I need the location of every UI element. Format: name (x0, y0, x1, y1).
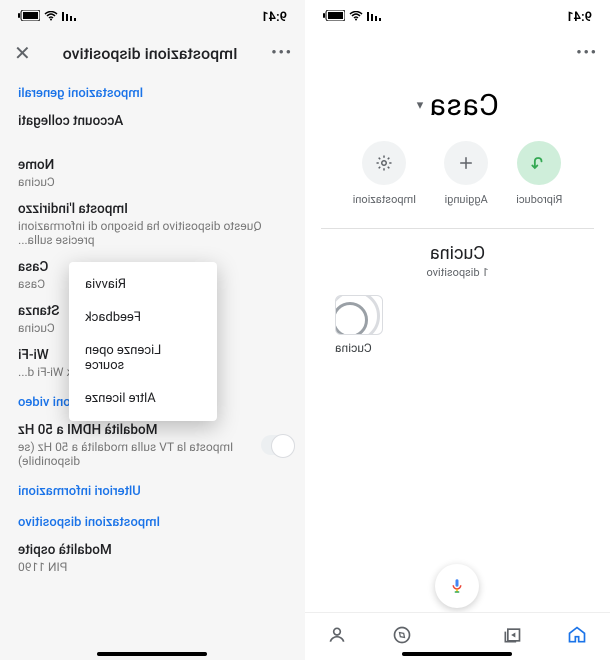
linked-accounts-label: Account collegati (18, 113, 287, 129)
plus-icon (444, 141, 488, 185)
overflow-icon[interactable]: ••• (269, 45, 291, 61)
home-indicator (98, 652, 208, 656)
battery-icon (18, 10, 40, 24)
menu-other-licenses[interactable]: Altre licenze (69, 382, 217, 415)
nav-home[interactable] (568, 625, 588, 649)
action-play-label: Riproduci (516, 193, 562, 206)
room-sub: 1 dispositivo (305, 266, 610, 279)
play-icon (517, 141, 561, 185)
menu-open-source-licenses[interactable]: Licenze open source (69, 334, 217, 382)
nav-discover[interactable] (393, 625, 413, 649)
mic-button[interactable] (436, 564, 480, 608)
chevron-down-icon: ▾ (416, 98, 423, 113)
wifi-icon (44, 10, 58, 24)
section-general[interactable]: Impostazioni generali (0, 76, 305, 107)
status-bar: 9:41 (0, 0, 305, 30)
settings-screen: 9:41 ••• Impostazioni dispositivo ✕ Impo… (0, 0, 305, 660)
linked-accounts-avatar (18, 131, 287, 145)
setting-linked-accounts[interactable]: Account collegati (0, 107, 305, 151)
house-name: Casa (429, 88, 499, 123)
home-header: ••• (305, 30, 610, 76)
name-label: Nome (18, 157, 287, 173)
close-icon[interactable]: ✕ (14, 41, 31, 65)
signal-icon (367, 10, 381, 24)
battery-icon (323, 10, 345, 24)
action-play[interactable]: Riproduci (516, 141, 562, 206)
action-add-label: Aggiungi (445, 193, 488, 206)
house-selector[interactable]: Casa ▾ (416, 88, 499, 123)
mic-icon (449, 577, 467, 595)
address-value: Questo dispositivo ha bisogno di informa… (18, 219, 287, 247)
hdmi-value: Imposta la TV sulla modalità a 50 Hz (se… (18, 440, 251, 468)
quick-actions: Riproduci Aggiungi Impostazioni (305, 131, 610, 222)
setting-address[interactable]: Imposta l'indirizzo Questo dispositivo h… (0, 195, 305, 253)
menu-feedback[interactable]: Feedback (69, 301, 217, 334)
device-label: Cucina (335, 341, 372, 355)
name-value: Cucina (18, 175, 287, 189)
divider (321, 228, 594, 229)
section-more-info[interactable]: Ulteriori informazioni (0, 474, 305, 505)
toggle-switch[interactable] (261, 435, 295, 455)
action-settings-label: Impostazioni (353, 193, 417, 206)
section-device[interactable]: Impostazioni dispositivo (0, 505, 305, 536)
status-time: 9:41 (566, 10, 592, 25)
more-icon[interactable]: ••• (574, 45, 596, 61)
room-name: Cucina (305, 243, 610, 264)
address-label: Imposta l'indirizzo (18, 201, 287, 217)
wifi-icon (349, 10, 363, 24)
setting-guest-mode[interactable]: Modalità ospite PIN 1190 (0, 536, 305, 580)
menu-restart[interactable]: Riavvia (69, 268, 217, 301)
nav-account[interactable] (328, 625, 348, 649)
guest-value: PIN 1190 (18, 560, 287, 574)
setting-hdmi-50hz[interactable]: Modalità HDMI a 50 Hz Imposta la TV sull… (0, 416, 305, 474)
status-time: 9:41 (261, 10, 287, 25)
device-tile[interactable] (335, 295, 383, 335)
action-settings[interactable]: Impostazioni (353, 141, 417, 206)
gear-icon (362, 141, 406, 185)
signal-icon (62, 10, 76, 24)
nav-media[interactable] (503, 625, 523, 649)
setting-name[interactable]: Nome Cucina (0, 151, 305, 195)
guest-label: Modalità ospite (18, 542, 287, 558)
overflow-menu: Riavvia Feedback Licenze open source Alt… (69, 262, 217, 421)
home-screen: 9:41 ••• Casa ▾ Riproduci Aggiungi (305, 0, 610, 660)
status-bar: 9:41 (305, 0, 610, 30)
page-title: Impostazioni dispositivo (63, 44, 238, 63)
status-icons (18, 10, 76, 24)
action-add[interactable]: Aggiungi (444, 141, 488, 206)
home-indicator (403, 652, 513, 656)
settings-header: ••• Impostazioni dispositivo ✕ (0, 30, 305, 76)
status-icons (323, 10, 381, 24)
hdmi-label: Modalità HDMI a 50 Hz (18, 422, 251, 438)
